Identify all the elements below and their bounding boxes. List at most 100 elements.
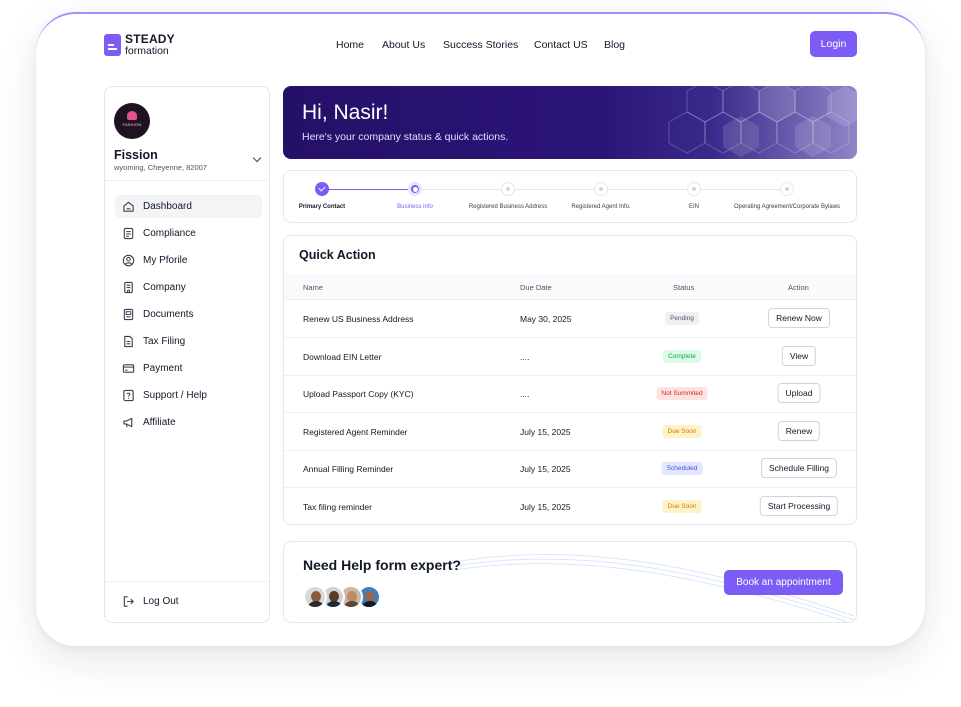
step-label: Primary Contact [298, 204, 346, 210]
help-icon [122, 389, 135, 402]
logout-label: Log Out [143, 596, 179, 607]
folder-icon [122, 308, 135, 321]
task-name: Renew US Business Address [303, 314, 414, 324]
document-icon [122, 227, 135, 240]
row-action-button[interactable]: Renew [777, 420, 821, 441]
sidebar-item-label: Tax Filing [143, 336, 186, 347]
sidebar-item-label: Affiliate [143, 417, 176, 428]
company-avatar[interactable]: FASHION [114, 103, 150, 139]
status-badge: Complete [663, 349, 701, 363]
nav-blog[interactable]: Blog [604, 39, 625, 51]
status-badge: Due Soon [662, 500, 702, 513]
nav-home[interactable]: Home [336, 39, 364, 51]
brand-name: STEADY [125, 32, 175, 46]
due-date: July 15, 2025 [520, 502, 571, 512]
table-row: Registered Agent Reminder July 15, 2025 Du… [284, 413, 856, 451]
row-action-button[interactable]: Upload [777, 383, 821, 404]
brand-logo[interactable]: STEADY formation [104, 33, 175, 57]
step-pending-icon[interactable] [501, 182, 515, 196]
status-badge: Pending [665, 312, 699, 325]
table-row: Annual Filling Reminder July 15, 2025 Sche… [284, 450, 856, 489]
step-label: EIN [688, 204, 700, 210]
sidebar-item-payment[interactable]: Payment [115, 357, 262, 380]
column-header: Status [673, 283, 695, 292]
company-logo-text: FASHION [122, 122, 142, 127]
logout-icon [122, 595, 135, 608]
sidebar-item-support[interactable]: Support / Help [115, 384, 262, 407]
home-icon [122, 200, 135, 213]
status-badge: Scheduled [661, 462, 703, 476]
step-pending-icon[interactable] [780, 182, 794, 196]
column-header: Name [303, 283, 324, 292]
row-action-button[interactable]: View [781, 345, 817, 366]
table-row: Upload Passport Copy (KYC).... Not Summit… [284, 375, 856, 414]
sidebar-item-label: Support / Help [143, 390, 207, 401]
step-label: Operating Agreement/Corporate Bylaws [733, 204, 841, 210]
divider [105, 581, 269, 582]
step-label: Registered Agent Info. [571, 204, 631, 210]
card-icon [122, 362, 135, 375]
hexagon-pattern-icon [668, 86, 857, 157]
greeting-subtitle: Here's your company status & quick actio… [302, 131, 509, 143]
sidebar-item-label: Company [143, 282, 186, 293]
nav-contact[interactable]: Contact US [534, 39, 588, 51]
divider [105, 180, 269, 181]
hat-icon [127, 111, 137, 120]
greeting-title: Hi, Nasir! [302, 101, 389, 124]
column-header: Action [788, 283, 809, 292]
sidebar-item-label: Compliance [143, 228, 196, 239]
row-action-button[interactable]: Renew Now [768, 308, 830, 328]
chevron-down-icon[interactable] [252, 153, 262, 163]
due-date: May 30, 2025 [520, 314, 572, 324]
megaphone-icon [122, 416, 135, 429]
help-title: Need Help form expert? [303, 557, 461, 573]
quick-action-title: Quick Action [299, 248, 376, 262]
due-date: .... [520, 389, 530, 400]
nav-about[interactable]: About Us [382, 39, 425, 51]
help-card: Need Help form expert? Book an appointme… [283, 541, 857, 623]
table-row: Tax filing reminder July 15, 2025 Due Soon… [284, 488, 856, 524]
sidebar-item-tax-filing[interactable]: Tax Filing [115, 330, 262, 353]
task-name: Upload Passport Copy (KYC) [303, 389, 414, 400]
sidebar: FASHION Fission wyoming, Cheyenne, 82007… [104, 86, 270, 623]
step-done-icon[interactable] [315, 182, 329, 196]
sidebar-item-label: Documents [143, 309, 194, 320]
quick-action-card: Quick Action Name Due Date Status Action… [283, 235, 857, 525]
login-button[interactable]: Login [810, 31, 857, 57]
table-row: Download EIN Letter.... Complete View [284, 338, 856, 376]
column-header: Due Date [520, 283, 552, 292]
expert-avatars [303, 585, 381, 609]
sidebar-item-profile[interactable]: My Pforile [115, 249, 262, 272]
table-header: Name Due Date Status Action [284, 274, 856, 300]
step-label: Business info [397, 204, 433, 210]
sidebar-item-dashboard[interactable]: Dashboard [115, 195, 262, 218]
row-action-button[interactable]: Schedule Filling [760, 458, 838, 479]
task-name: Annual Filling Reminder [303, 464, 394, 475]
nav-success-stories[interactable]: Success Stories [443, 39, 518, 51]
step-pending-icon[interactable] [594, 182, 608, 196]
sidebar-item-affiliate[interactable]: Affiliate [115, 411, 262, 434]
brand-subname: formation [125, 45, 169, 57]
step-pending-icon[interactable] [687, 182, 701, 196]
sidebar-item-compliance[interactable]: Compliance [115, 222, 262, 245]
sidebar-item-label: Payment [143, 363, 183, 374]
book-appointment-button[interactable]: Book an appointment [724, 570, 843, 595]
company-name: Fission [114, 148, 158, 162]
step-current-icon[interactable] [408, 182, 422, 196]
task-name: Tax filing reminder [303, 502, 372, 512]
building-icon [122, 281, 135, 294]
progress-stepper: Primary Contact Business info Registered… [283, 170, 857, 223]
task-name: Registered Agent Reminder [303, 426, 408, 437]
row-action-button[interactable]: Start Processing [759, 496, 839, 516]
company-address: wyoming, Cheyenne, 82007 [114, 163, 207, 172]
status-badge: Due Soon [662, 424, 702, 438]
due-date: July 15, 2025 [520, 426, 571, 437]
sidebar-item-documents[interactable]: Documents [115, 303, 262, 326]
sidebar-item-company[interactable]: Company [115, 276, 262, 299]
logo-icon [104, 33, 121, 56]
logout-button[interactable]: Log Out [122, 595, 179, 608]
welcome-banner: Hi, Nasir! Here's your company status & … [283, 86, 857, 159]
sidebar-item-label: Dashboard [143, 201, 192, 212]
avatar[interactable] [303, 585, 327, 609]
table-row: Renew US Business Address May 30, 2025 Pen… [284, 300, 856, 338]
